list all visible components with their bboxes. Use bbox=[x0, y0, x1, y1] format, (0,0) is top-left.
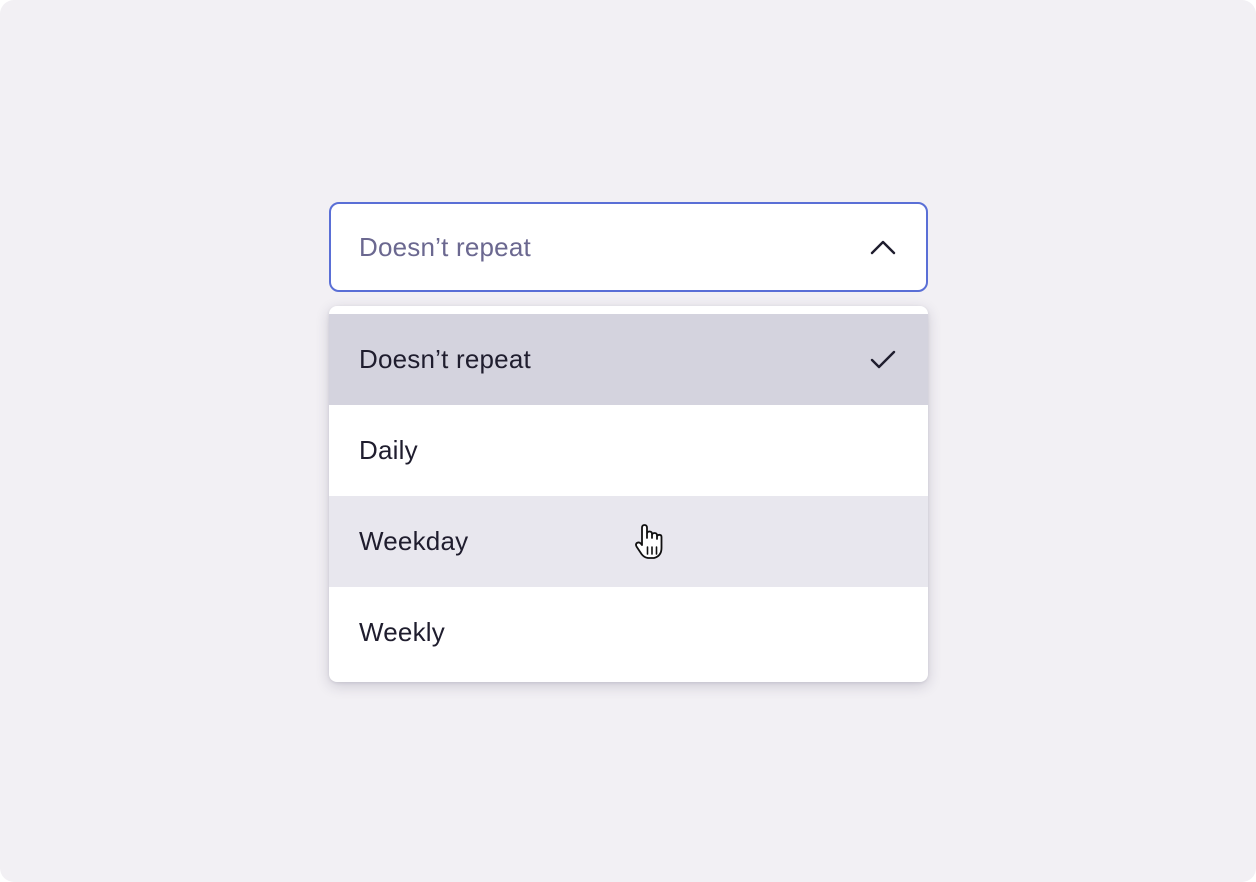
option-daily[interactable]: Daily bbox=[329, 405, 928, 496]
option-label: Weekday bbox=[359, 526, 469, 556]
option-label: Daily bbox=[359, 435, 418, 465]
repeat-select[interactable]: Doesn’t repeat bbox=[329, 202, 928, 292]
option-label: Weekly bbox=[359, 617, 445, 647]
option-weekday[interactable]: Weekday bbox=[329, 496, 928, 587]
option-weekly[interactable]: Weekly bbox=[329, 587, 928, 678]
option-label: Doesn’t repeat bbox=[359, 344, 531, 374]
check-icon bbox=[868, 345, 898, 375]
hand-pointer-icon bbox=[633, 523, 667, 561]
chevron-up-icon[interactable] bbox=[868, 232, 898, 262]
repeat-options-menu: Doesn’t repeat Daily Weekday Weekly bbox=[329, 306, 928, 682]
repeat-select-value: Doesn’t repeat bbox=[359, 231, 531, 262]
page-background: Doesn’t repeat Doesn’t repeat Daily Week… bbox=[0, 0, 1256, 882]
option-doesnt-repeat[interactable]: Doesn’t repeat bbox=[329, 314, 928, 405]
